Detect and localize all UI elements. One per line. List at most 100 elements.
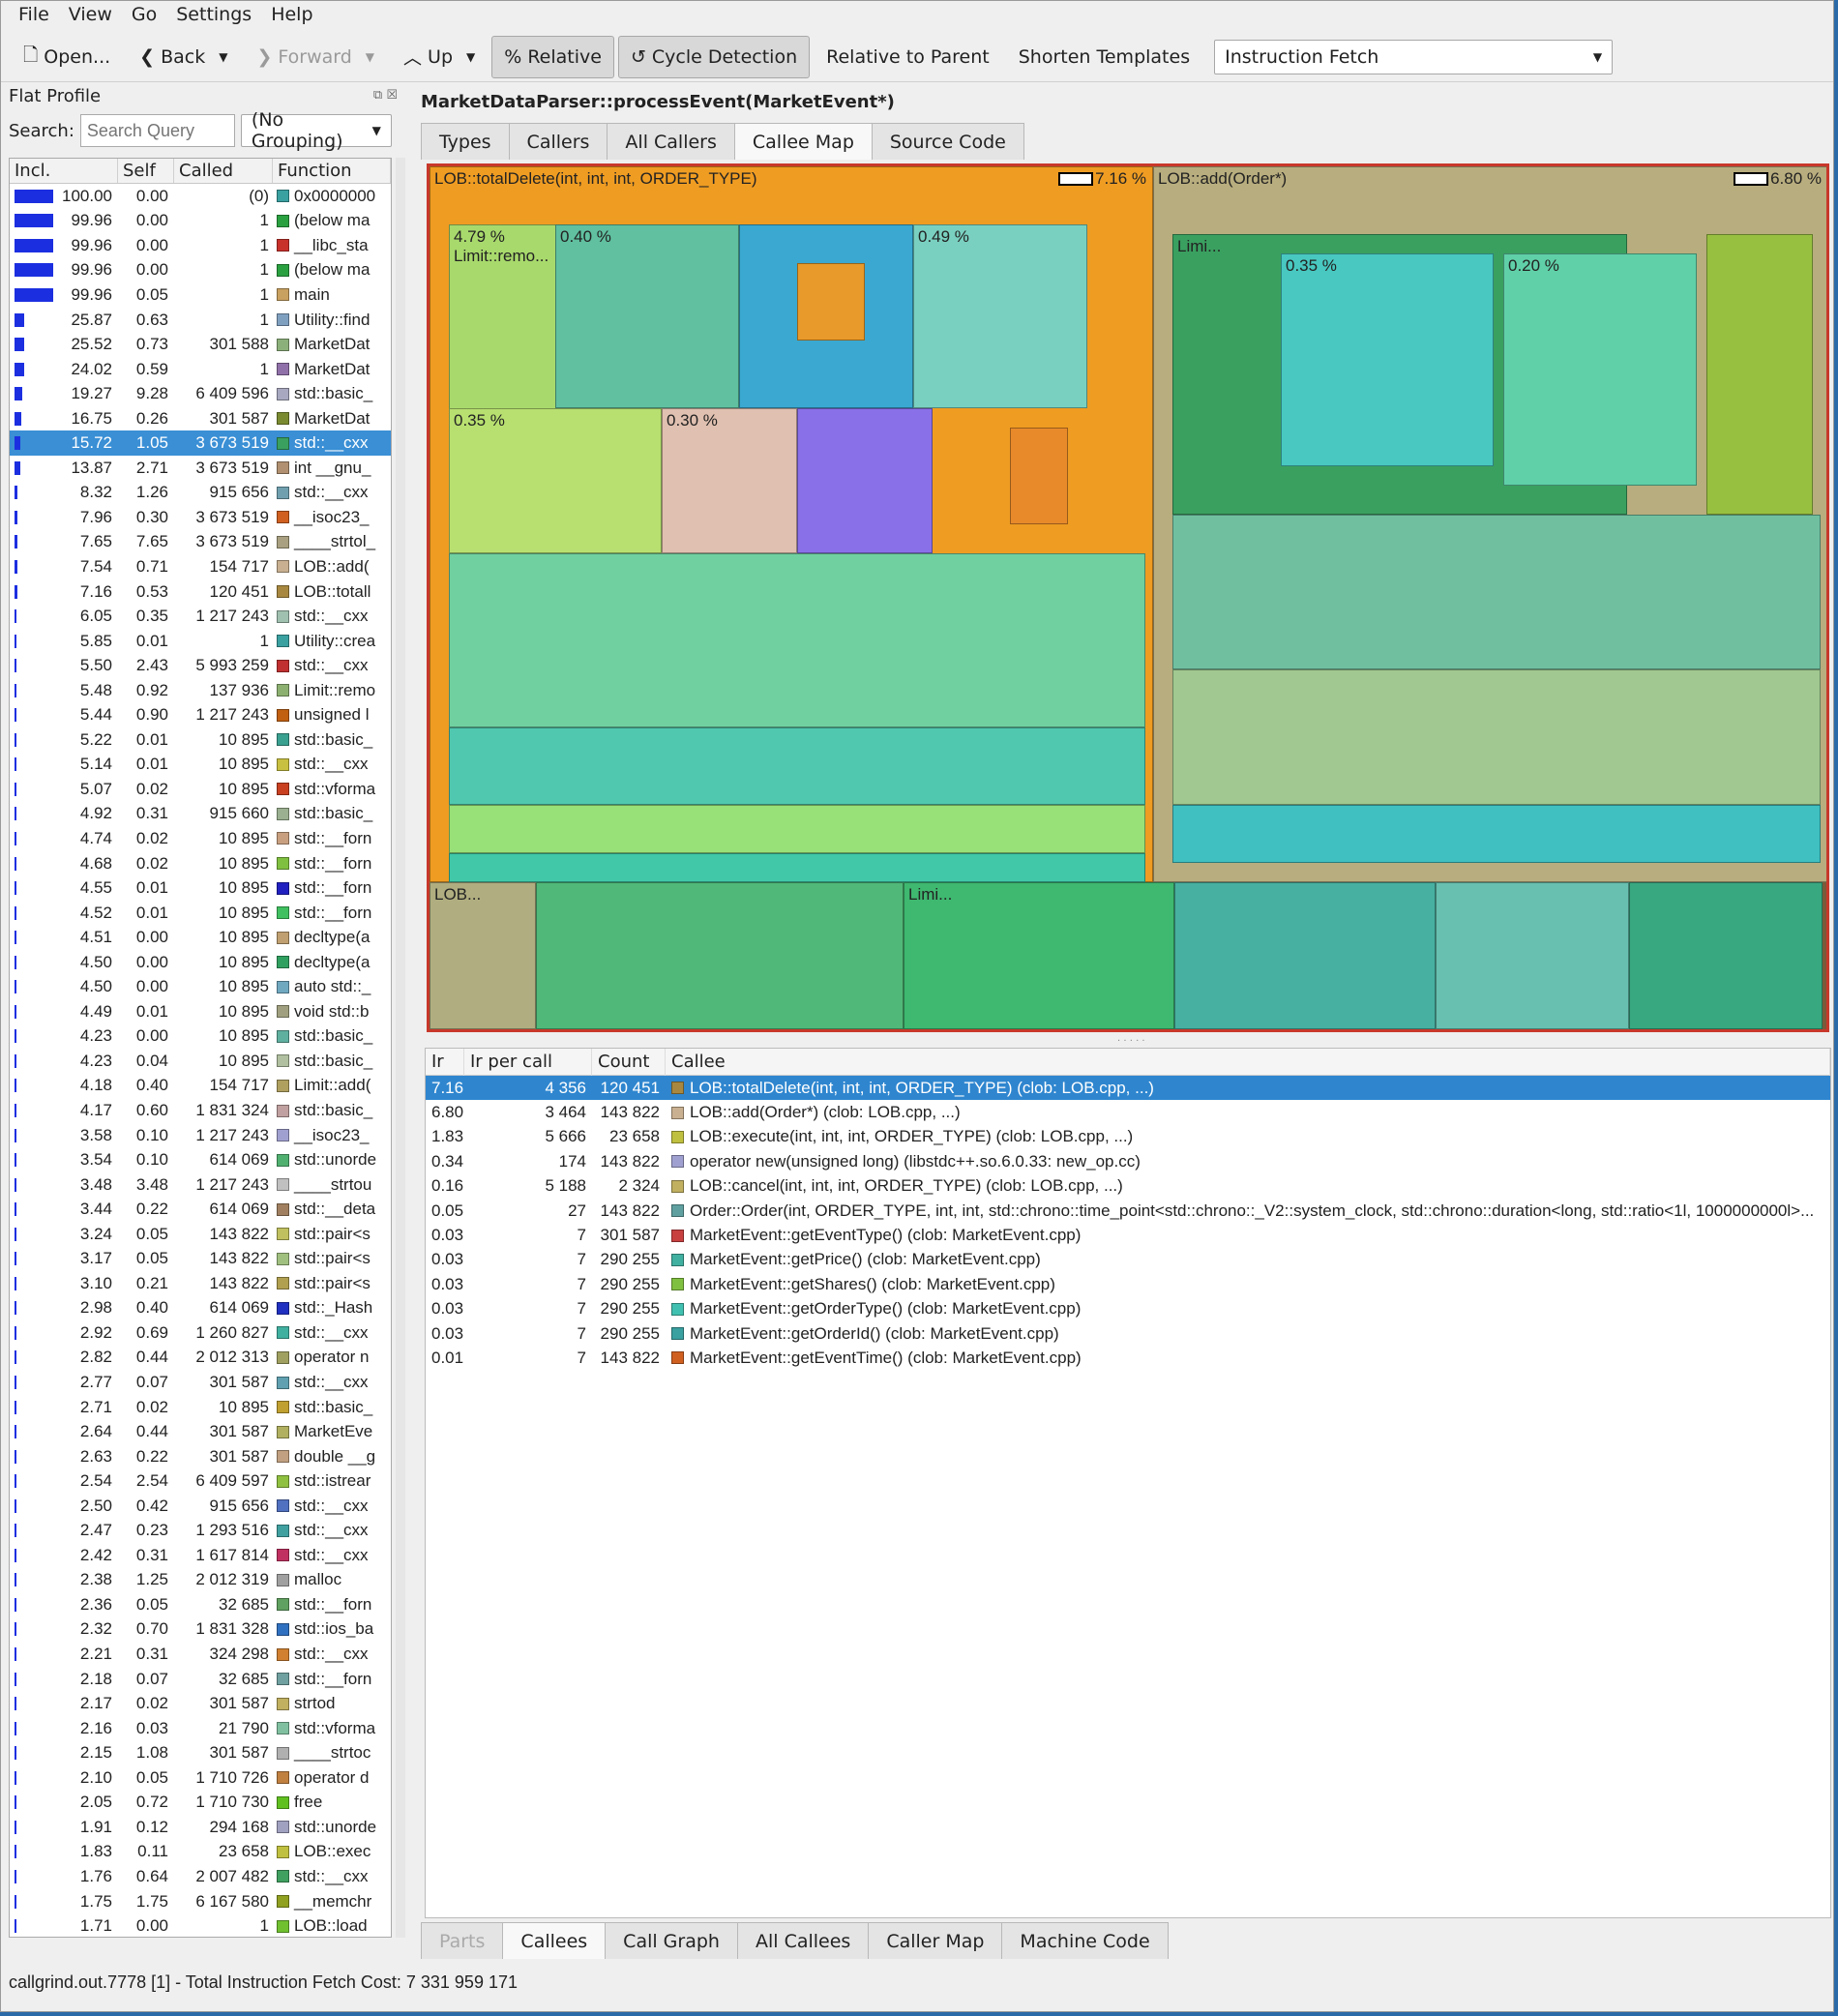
treemap-block[interactable]: Limi... (904, 882, 1174, 1029)
table-row[interactable]: 1.91 0.12 294 168 std::unorde (10, 1815, 391, 1840)
table-row[interactable]: 4.51 0.00 10 895 decltype(a (10, 925, 391, 950)
shorten-templates-toggle[interactable]: Shorten Templates (1006, 36, 1202, 78)
treemap-block[interactable] (1174, 882, 1436, 1029)
treemap-block[interactable] (1706, 234, 1813, 515)
callee-treemap[interactable]: LOB::totalDelete(int, int, int, ORDER_TY… (427, 163, 1829, 1032)
treemap-block[interactable]: 0.35 % (1281, 253, 1494, 466)
treemap-block[interactable]: 0.35 % (449, 408, 662, 553)
tab-types[interactable]: Types (421, 123, 510, 160)
table-row[interactable]: 0.03 7 290 255 MarketEvent::getPrice() (clo… (426, 1248, 1830, 1272)
table-row[interactable]: 0.34 174 143 822 operator new(unsigned long… (426, 1149, 1830, 1173)
table-row[interactable]: 2.38 1.25 2 012 319 malloc (10, 1568, 391, 1593)
table-row[interactable]: 3.58 0.10 1 217 243 __isoc23_ (10, 1123, 391, 1148)
table-row[interactable]: 0.05 27 143 822 Order::Order(int, ORDER_TYP… (426, 1199, 1830, 1223)
table-row[interactable]: 4.18 0.40 154 717 Limit::add( (10, 1074, 391, 1099)
table-row[interactable]: 5.22 0.01 10 895 std::basic_ (10, 727, 391, 753)
col-self[interactable]: Self (118, 159, 174, 183)
table-row[interactable]: 99.96 0.00 1 __libc_sta (10, 233, 391, 258)
table-row[interactable]: 8.32 1.26 915 656 std::__cxx (10, 481, 391, 506)
back-button[interactable]: ❮ Back ▼ (127, 36, 240, 78)
col-function[interactable]: Function (273, 159, 391, 183)
treemap-block[interactable] (449, 853, 1145, 882)
table-row[interactable]: 2.47 0.23 1 293 516 std::__cxx (10, 1519, 391, 1544)
up-button[interactable]: ︿ Up ▼ (391, 36, 488, 78)
relative-to-parent-toggle[interactable]: Relative to Parent (814, 36, 1002, 78)
menu-file[interactable]: File (9, 4, 59, 25)
table-row[interactable]: 2.50 0.42 915 656 std::__cxx (10, 1494, 391, 1519)
table-row[interactable]: 2.64 0.44 301 587 MarketEve (10, 1419, 391, 1444)
relative-toggle[interactable]: % Relative (491, 35, 614, 78)
table-row[interactable]: 2.18 0.07 32 685 std::__forn (10, 1667, 391, 1692)
table-row[interactable]: 2.10 0.05 1 710 726 operator d (10, 1765, 391, 1791)
table-row[interactable]: 7.54 0.71 154 717 LOB::add( (10, 554, 391, 579)
table-row[interactable]: 4.68 0.02 10 895 std::__forn (10, 851, 391, 876)
menu-help[interactable]: Help (261, 4, 322, 25)
treemap-block[interactable]: 0.49 % (913, 224, 1087, 408)
treemap-block[interactable] (1629, 882, 1823, 1029)
table-row[interactable]: 2.15 1.08 301 587 ____strtoc (10, 1740, 391, 1765)
table-row[interactable]: 0.03 7 290 255 MarketEvent::getShares() (cl… (426, 1272, 1830, 1296)
treemap-block[interactable] (1172, 515, 1821, 669)
treemap-block[interactable] (797, 408, 933, 553)
table-row[interactable]: 1.76 0.64 2 007 482 std::__cxx (10, 1864, 391, 1889)
table-row[interactable]: 2.54 2.54 6 409 597 std::istrear (10, 1468, 391, 1494)
treemap-block[interactable] (449, 727, 1145, 805)
table-row[interactable]: 5.14 0.01 10 895 std::__cxx (10, 753, 391, 778)
table-row[interactable]: 2.36 0.05 32 685 std::__forn (10, 1592, 391, 1617)
table-row[interactable]: 4.50 0.00 10 895 auto std::_ (10, 975, 391, 1000)
treemap-block[interactable] (449, 553, 1145, 727)
table-row[interactable]: 1.83 5 666 23 658 LOB::execute(int, int, in… (426, 1125, 1830, 1149)
col-ir-per-call[interactable]: Ir per call (464, 1049, 592, 1076)
table-row[interactable]: 7.16 0.53 120 451 LOB::totall (10, 579, 391, 605)
table-row[interactable]: 2.17 0.02 301 587 strtod (10, 1691, 391, 1716)
col-count[interactable]: Count (592, 1049, 666, 1076)
tab-machine-code[interactable]: Machine Code (1001, 1922, 1169, 1959)
table-row[interactable]: 1.71 0.00 1 LOB::load (10, 1913, 391, 1937)
event-type-select[interactable]: Instruction Fetch ▼ (1214, 39, 1614, 74)
chevron-down-icon[interactable]: ▼ (219, 50, 227, 64)
table-row[interactable]: 5.48 0.92 137 936 Limit::remo (10, 678, 391, 703)
table-row[interactable]: 2.16 0.03 21 790 std::vforma (10, 1716, 391, 1741)
open-button[interactable]: 🗋 Open... (11, 36, 123, 78)
table-row[interactable]: 5.50 2.43 5 993 259 std::__cxx (10, 653, 391, 678)
table-row[interactable]: 99.96 0.00 1 (below ma (10, 258, 391, 283)
treemap-block[interactable] (1010, 428, 1068, 524)
menu-settings[interactable]: Settings (166, 4, 261, 25)
tab-callees[interactable]: Callees (502, 1922, 607, 1959)
table-row[interactable]: 7.96 0.30 3 673 519 __isoc23_ (10, 505, 391, 530)
tab-call-graph[interactable]: Call Graph (605, 1922, 738, 1959)
table-row[interactable]: 2.98 0.40 614 069 std::_Hash (10, 1296, 391, 1321)
cycle-detection-toggle[interactable]: ↺ Cycle Detection (617, 35, 811, 78)
table-row[interactable]: 4.23 0.00 10 895 std::basic_ (10, 1024, 391, 1050)
table-row[interactable]: 19.27 9.28 6 409 596 std::basic_ (10, 381, 391, 406)
tab-source-code[interactable]: Source Code (871, 123, 1024, 160)
table-row[interactable]: 0.16 5 188 2 324 LOB::cancel(int, int, int,… (426, 1174, 1830, 1199)
treemap-block[interactable]: 0.20 % (1503, 253, 1697, 486)
treemap-block[interactable] (797, 263, 865, 341)
table-row[interactable]: 99.96 0.00 1 (below ma (10, 209, 391, 234)
treemap-block[interactable]: 0.40 % (555, 224, 739, 408)
table-row[interactable]: 0.03 7 290 255 MarketEvent::getOrderType() … (426, 1297, 1830, 1321)
table-row[interactable]: 4.23 0.04 10 895 std::basic_ (10, 1049, 391, 1074)
table-row[interactable]: 4.55 0.01 10 895 std::__forn (10, 875, 391, 901)
table-row[interactable]: 0.01 7 143 822 MarketEvent::getEventTime() … (426, 1346, 1830, 1370)
menu-view[interactable]: View (59, 4, 122, 25)
tab-callers[interactable]: Callers (508, 123, 608, 160)
table-row[interactable]: 16.75 0.26 301 587 MarketDat (10, 406, 391, 431)
table-row[interactable]: 2.05 0.72 1 710 730 free (10, 1791, 391, 1816)
table-row[interactable]: 4.17 0.60 1 831 324 std::basic_ (10, 1098, 391, 1123)
forward-button[interactable]: ❯ Forward ▼ (244, 36, 387, 78)
table-row[interactable]: 3.17 0.05 143 822 std::pair<s (10, 1247, 391, 1272)
panel-window-icons[interactable]: ⧉ ☒ (373, 88, 398, 103)
table-row[interactable]: 2.82 0.44 2 012 313 operator n (10, 1346, 391, 1371)
treemap-block[interactable] (1172, 805, 1821, 863)
treemap-block[interactable] (536, 882, 904, 1029)
table-row[interactable]: 4.74 0.02 10 895 std::__forn (10, 826, 391, 851)
table-row[interactable]: 7.16 4 356 120 451 LOB::totalDelete(int, in… (426, 1076, 1830, 1101)
table-row[interactable]: 99.96 0.05 1 main (10, 282, 391, 308)
table-row[interactable]: 2.63 0.22 301 587 double __g (10, 1444, 391, 1469)
col-callee[interactable]: Callee (666, 1049, 1830, 1076)
grouping-select[interactable]: (No Grouping) ▼ (240, 109, 392, 152)
table-row[interactable]: 2.42 0.31 1 617 814 std::__cxx (10, 1543, 391, 1568)
table-row[interactable]: 6.80 3 464 143 822 LOB::add(Order*) (clob: … (426, 1100, 1830, 1124)
